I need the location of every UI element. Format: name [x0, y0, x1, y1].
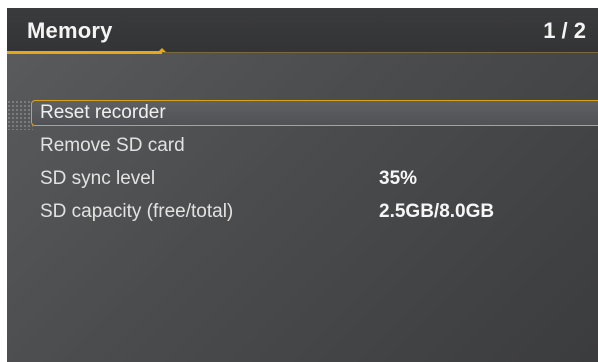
- menu-item-label: SD sync level: [40, 168, 156, 189]
- page-title: Memory: [27, 18, 113, 43]
- menu-item-label: Remove SD card: [40, 135, 185, 156]
- header-bar: Memory 1 / 2: [7, 8, 598, 52]
- menu-item-label: Reset recorder: [40, 102, 166, 123]
- menu-item-sd-sync-level[interactable]: SD sync level 35%: [7, 166, 598, 193]
- menu-item-remove-sd-card[interactable]: Remove SD card: [7, 133, 598, 160]
- caret-up-icon: [158, 48, 166, 52]
- sd-capacity-value: 2.5GB/8.0GB: [379, 201, 495, 222]
- memory-screen: Memory 1 / 2 Reset recorder Remove SD ca…: [7, 8, 598, 362]
- page-indicator: 1 / 2: [543, 18, 586, 43]
- menu-item-sd-capacity[interactable]: SD capacity (free/total) 2.5GB/8.0GB: [7, 199, 598, 226]
- sd-sync-level-value: 35%: [379, 168, 418, 189]
- menu-item-reset-recorder[interactable]: Reset recorder: [7, 100, 598, 127]
- tab-accent-bar: [7, 51, 162, 54]
- menu-item-label: SD capacity (free/total): [40, 201, 234, 222]
